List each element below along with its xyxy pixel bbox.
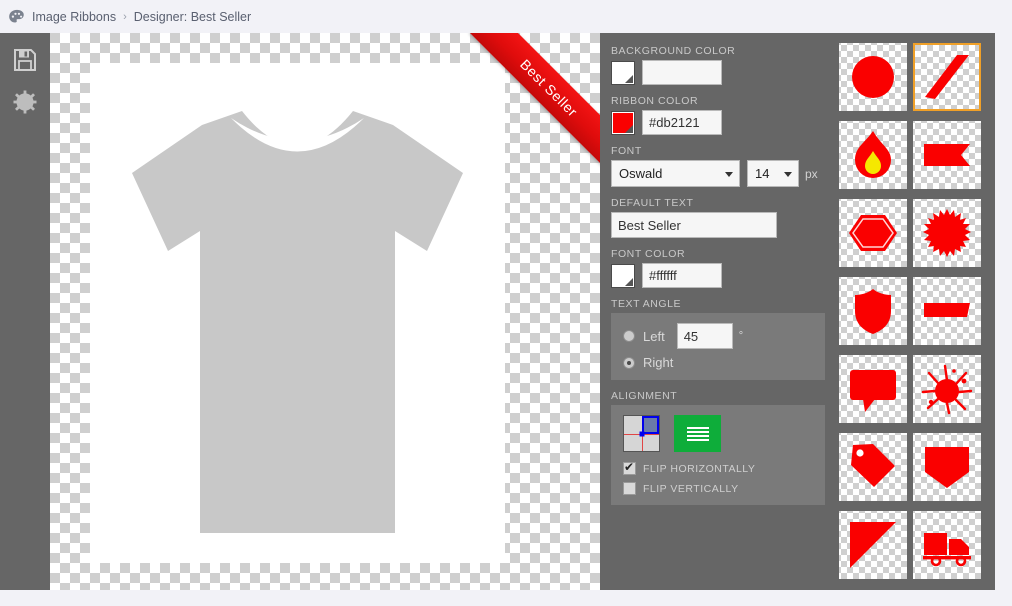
flip-horizontally-row[interactable]: FLIP HORIZONTALLY [623, 460, 815, 475]
alignment-controls [623, 415, 815, 452]
font-size-unit: px [805, 166, 818, 181]
shape-thumb-starburst[interactable] [913, 199, 981, 267]
shape-thumb-price-tag[interactable] [839, 433, 907, 501]
background-color-label: BACKGROUND COLOR [611, 45, 736, 57]
ribbon-color-input[interactable] [642, 110, 722, 135]
canvas-area[interactable]: Best Seller [50, 33, 600, 590]
ribbon-text: Best Seller [517, 56, 581, 120]
shape-thumb-delivery-truck[interactable] [913, 511, 981, 579]
breadcrumb-separator: › [123, 10, 127, 23]
gear-icon[interactable] [12, 89, 38, 115]
breadcrumb: Image Ribbons › Designer: Best Seller [0, 0, 1012, 33]
font-size-select-wrap: 14 [747, 160, 799, 187]
background-color-row [611, 60, 825, 85]
flip-horizontally-label: FLIP HORIZONTALLY [643, 462, 756, 475]
font-color-label: FONT COLOR [611, 248, 686, 260]
default-text-row [611, 212, 825, 238]
text-align-button[interactable] [674, 415, 721, 452]
palette-icon[interactable] [8, 9, 26, 25]
shape-thumb-circle[interactable] [839, 43, 907, 111]
shape-thumb-speech-bubble[interactable] [839, 355, 907, 423]
workspace: Best Seller BACKGROUND COLOR RIBBON COLO… [0, 33, 995, 590]
font-label: FONT [611, 145, 642, 157]
background-color-input[interactable] [642, 60, 722, 85]
ribbon-color-row [611, 110, 825, 135]
font-color-input[interactable] [642, 263, 722, 288]
text-align-icon [686, 425, 709, 443]
font-size-select[interactable]: 14 [747, 160, 799, 187]
shape-thumb-corner-triangle[interactable] [839, 511, 907, 579]
font-color-swatch[interactable] [611, 263, 635, 288]
save-icon[interactable] [12, 47, 38, 73]
font-row: Oswald 14 px [611, 160, 825, 187]
flip-vertically-checkbox[interactable] [623, 482, 636, 495]
font-family-select[interactable]: Oswald [611, 160, 740, 187]
default-text-input[interactable] [611, 212, 777, 238]
alignment-grid-knob [639, 431, 644, 436]
alignment-grid[interactable] [623, 415, 660, 452]
flip-vertically-row[interactable]: FLIP VERTICALLY [623, 482, 815, 495]
shape-thumb-pocket-banner[interactable] [913, 433, 981, 501]
shape-thumb-shield[interactable] [839, 277, 907, 345]
tool-rail [0, 33, 50, 590]
ribbon-color-swatch[interactable] [611, 110, 635, 135]
flip-horizontally-checkbox[interactable] [623, 460, 636, 475]
text-angle-left-row[interactable]: Left ° [623, 323, 815, 349]
background-color-swatch[interactable] [611, 60, 635, 85]
text-angle-group: Left ° Right [611, 313, 825, 380]
text-angle-right-row[interactable]: Right [623, 355, 815, 370]
font-family-select-wrap: Oswald [611, 160, 740, 187]
default-text-label: DEFAULT TEXT [611, 197, 694, 209]
text-angle-right-radio[interactable] [623, 356, 635, 369]
shape-thumb-hexagon[interactable] [839, 199, 907, 267]
text-angle-left-radio[interactable] [623, 330, 635, 342]
flip-vertically-label: FLIP VERTICALLY [643, 482, 739, 495]
settings-panel: BACKGROUND COLOR RIBBON COLOR FONT Oswal… [600, 33, 835, 590]
text-angle-right-label: Right [643, 355, 674, 370]
ribbon-color-label: RIBBON COLOR [611, 95, 699, 107]
alignment-label: ALIGNMENT [611, 390, 678, 402]
shape-gallery [835, 33, 995, 590]
alignment-quadrant-top-right[interactable] [641, 416, 659, 434]
breadcrumb-item-1: Designer: Best Seller [133, 9, 252, 24]
shape-thumb-slanted-bar[interactable] [913, 277, 981, 345]
shape-thumb-banner-flag[interactable] [913, 121, 981, 189]
text-angle-label: TEXT ANGLE [611, 298, 682, 310]
text-angle-left-label: Left [643, 328, 665, 344]
image-surface[interactable] [90, 63, 505, 563]
degree-symbol: ° [738, 330, 744, 342]
font-color-row [611, 263, 825, 288]
shape-thumb-flame[interactable] [839, 121, 907, 189]
tshirt-artwork [132, 111, 463, 533]
text-angle-input[interactable] [676, 323, 733, 349]
alignment-group: FLIP HORIZONTALLY FLIP VERTICALLY [611, 405, 825, 505]
breadcrumb-item-0[interactable]: Image Ribbons [32, 10, 116, 24]
shape-thumb-splatter[interactable] [913, 355, 981, 423]
shape-thumb-diagonal-ribbon[interactable] [913, 43, 981, 111]
